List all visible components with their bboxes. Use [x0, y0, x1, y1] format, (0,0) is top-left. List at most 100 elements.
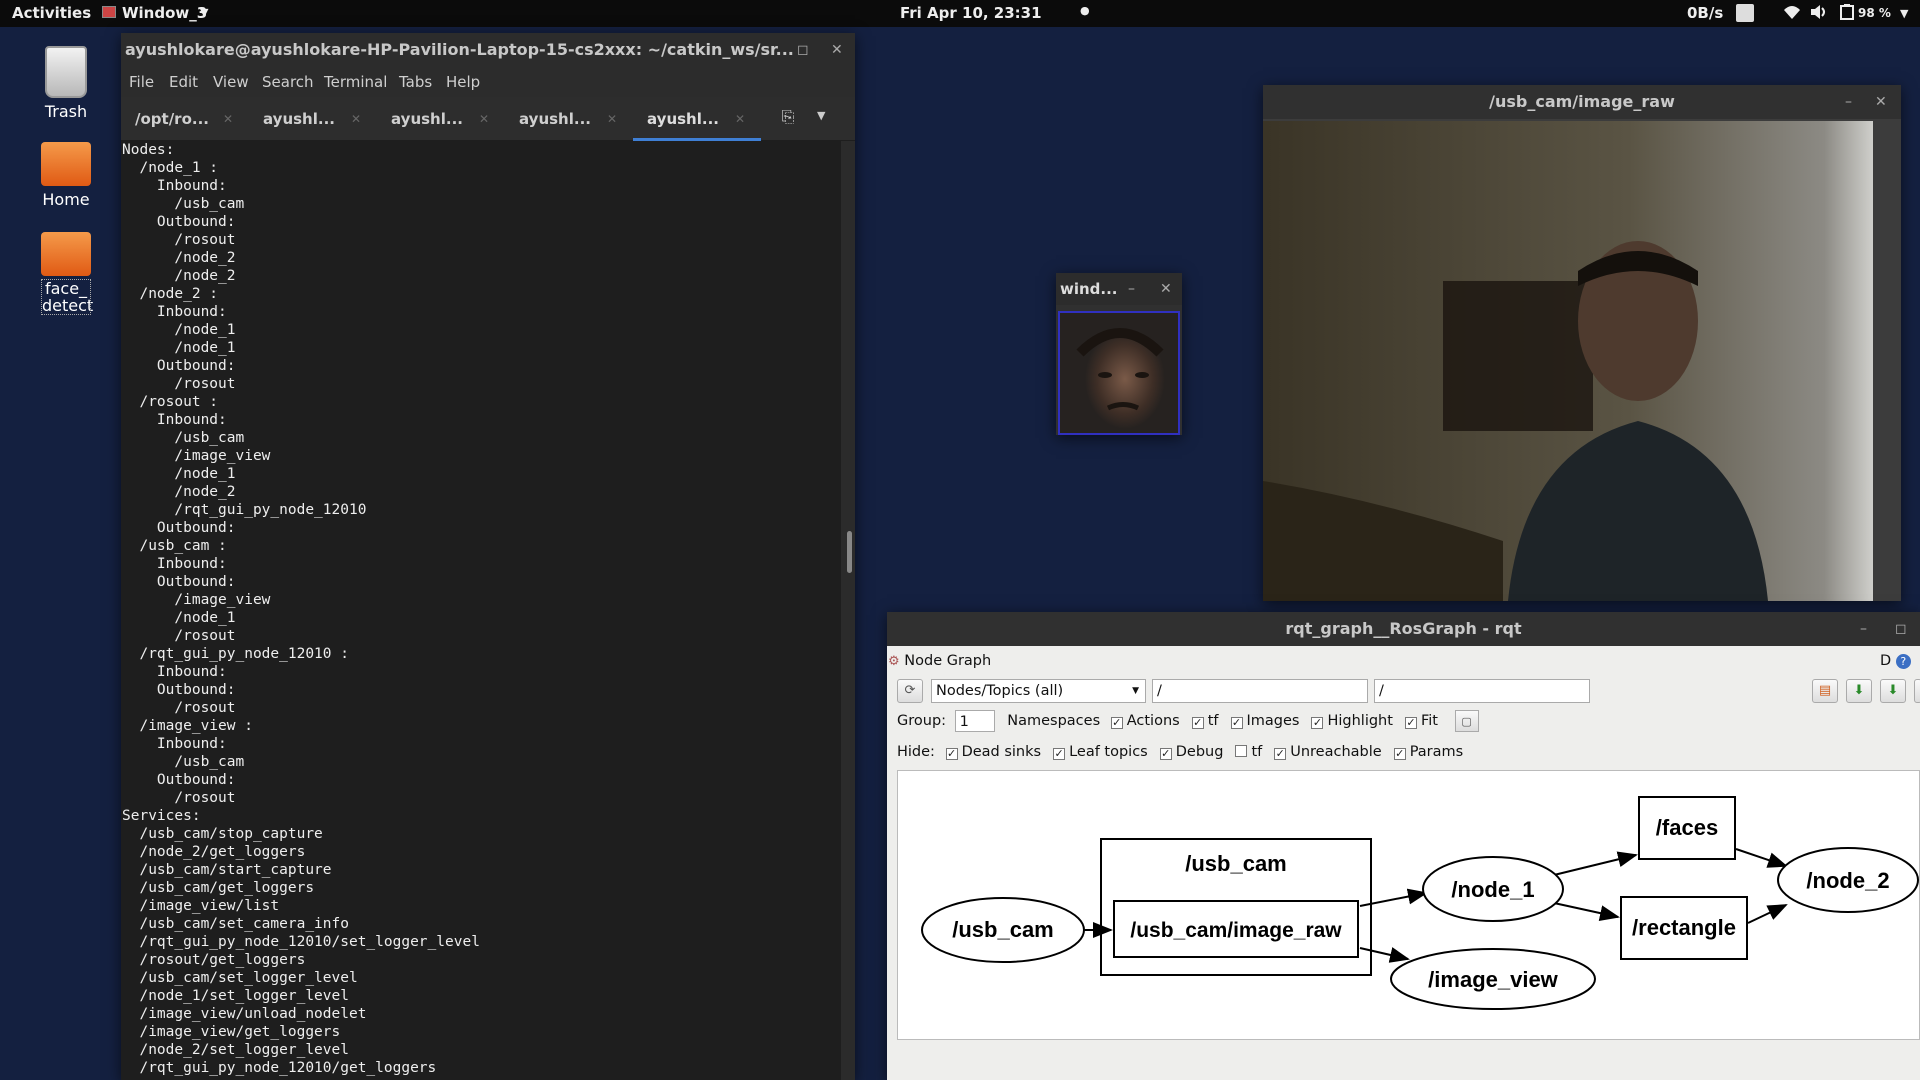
scrollbar-thumb[interactable] — [847, 531, 852, 573]
checkbox-unreachable[interactable]: ✓ Unreachable — [1274, 744, 1382, 760]
tab-close-icon[interactable]: ✕ — [735, 97, 745, 141]
terminal-scrollbar[interactable] — [845, 141, 855, 1080]
terminal-tab[interactable]: ayushl... ✕ — [377, 97, 505, 141]
checkbox-images[interactable]: ✓ Images — [1230, 713, 1299, 729]
checkbox-box[interactable]: ✓ — [1393, 748, 1406, 760]
checkbox-box[interactable]: ✓ — [1191, 717, 1204, 729]
checkbox-box[interactable]: ✓ — [1110, 717, 1123, 729]
terminal-titlebar[interactable]: ayushlokare@ayushlokare-HP-Pavilion-Lapt… — [121, 33, 855, 67]
checkbox-highlight[interactable]: ✓ Highlight — [1311, 713, 1393, 729]
battery-icon[interactable] — [1840, 4, 1854, 24]
checkbox-tf[interactable]: ✓ tf — [1191, 713, 1219, 729]
checkbox-box[interactable]: ✓ — [945, 748, 958, 760]
checkbox-actions[interactable]: ✓ Actions — [1110, 713, 1180, 729]
face-window[interactable]: wind... – ✕ — [1056, 273, 1182, 435]
desktop-icon-trash[interactable]: Trash — [16, 46, 116, 121]
checkbox-fit[interactable]: ✓ Fit — [1404, 713, 1438, 729]
desktop-icon-face-detect[interactable]: face_ detect — [16, 232, 116, 315]
group-label: Group: — [897, 713, 947, 729]
tab-label: ayushl... — [391, 110, 463, 128]
terminal-tab[interactable]: ayushl... ✕ — [249, 97, 377, 141]
namespace-group-label: /usb_cam — [1185, 851, 1287, 876]
toolbar-more[interactable] — [1914, 679, 1920, 703]
save-dot-icon[interactable]: ⬇ — [1846, 679, 1872, 703]
plugin-label: Node Graph — [904, 653, 992, 669]
tab-close-icon[interactable]: ✕ — [351, 97, 361, 141]
help-icon[interactable]: ? — [1895, 654, 1911, 669]
terminal-tab[interactable]: /opt/ro... ✕ — [121, 97, 249, 141]
tab-close-icon[interactable]: ✕ — [607, 97, 617, 141]
checkbox-tf[interactable]: tf — [1235, 744, 1262, 760]
checkbox-dead-sinks[interactable]: ✓ Dead sinks — [945, 744, 1041, 760]
tab-close-icon[interactable]: ✕ — [479, 97, 489, 141]
tabs-dropdown-icon[interactable]: ▼ — [817, 109, 825, 122]
filter-mode-select[interactable]: Nodes/Topics (all) ▼ — [931, 679, 1146, 703]
terminal-tab-active[interactable]: ayushl... ✕ — [633, 97, 761, 141]
menu-file[interactable]: File — [129, 73, 154, 91]
close-icon[interactable]: ✕ — [1875, 85, 1887, 119]
graph-edge — [1553, 851, 1638, 876]
checkbox-leaf-topics[interactable]: ✓ Leaf topics — [1053, 744, 1148, 760]
terminal-window[interactable]: ayushlokare@ayushlokare-HP-Pavilion-Lapt… — [121, 33, 855, 1080]
maximize-icon[interactable]: ◻ — [1895, 612, 1907, 646]
menu-help[interactable]: Help — [446, 73, 480, 91]
clock[interactable]: Fri Apr 10, 23:31 — [900, 4, 1042, 22]
menu-edit[interactable]: Edit — [169, 73, 198, 91]
activities-button[interactable]: Activities — [12, 4, 91, 22]
checkbox-box[interactable]: ✓ — [1230, 717, 1243, 729]
clipboard-icon[interactable] — [1736, 4, 1754, 22]
group-spinbox[interactable]: 1 — [954, 710, 995, 732]
face-window-titlebar[interactable]: wind... – ✕ — [1056, 273, 1182, 305]
namespace-filter-input[interactable]: / — [1152, 679, 1368, 703]
menu-view[interactable]: View — [213, 73, 249, 91]
new-tab-icon[interactable]: ⎘ — [771, 107, 805, 131]
camera-window[interactable]: /usb_cam/image_raw – ✕ — [1263, 85, 1901, 601]
checkbox-box[interactable]: ✓ — [1053, 748, 1066, 760]
plugin-header: ⚙ Node Graph — [888, 650, 991, 672]
minimize-icon[interactable]: – — [762, 33, 769, 67]
net-speed: 0B/s — [1687, 4, 1724, 22]
load-dot-icon[interactable]: ▤ — [1812, 679, 1838, 703]
dock-toggle[interactable]: D — [1880, 653, 1891, 669]
app-menu[interactable]: Window_3 — [122, 4, 207, 22]
highlight-options-icon[interactable]: ▢ — [1454, 710, 1479, 732]
filter-mode-value: Nodes/Topics (all) — [936, 683, 1064, 699]
camera-titlebar[interactable]: /usb_cam/image_raw – ✕ — [1263, 85, 1901, 119]
menu-terminal[interactable]: Terminal — [324, 73, 387, 91]
close-icon[interactable]: ✕ — [831, 33, 843, 67]
refresh-icon[interactable]: ⟳ — [897, 679, 923, 703]
face-crop-image — [1058, 311, 1180, 435]
checkbox-box[interactable]: ✓ — [1311, 717, 1324, 729]
terminal-menubar: File Edit View Search Terminal Tabs Help — [121, 67, 855, 97]
checkbox-label: Fit — [1420, 713, 1438, 729]
home-folder-icon — [41, 142, 91, 186]
tab-label: ayushl... — [263, 110, 335, 128]
minimize-icon[interactable]: – — [1128, 273, 1135, 305]
minimize-icon[interactable]: – — [1860, 612, 1867, 646]
topic-filter-input[interactable]: / — [1374, 679, 1590, 703]
close-icon[interactable]: ✕ — [1160, 273, 1172, 305]
volume-icon[interactable] — [1810, 4, 1828, 24]
checkbox-box[interactable]: ✓ — [1159, 748, 1172, 760]
desktop-icon-home[interactable]: Home — [16, 142, 116, 209]
checkbox-box[interactable]: ✓ — [1274, 748, 1287, 760]
menu-search[interactable]: Search — [262, 73, 314, 91]
checkbox-params[interactable]: ✓ Params — [1393, 744, 1463, 760]
save-image-icon[interactable]: ⬇ — [1880, 679, 1906, 703]
graph-canvas[interactable]: /usb_cam /usb_cam /usb_cam/image_raw /no… — [897, 770, 1920, 1040]
rqt-titlebar[interactable]: rqt_graph__RosGraph - rqt – ◻ — [887, 612, 1920, 646]
menu-tabs[interactable]: Tabs — [399, 73, 432, 91]
checkbox-box[interactable] — [1235, 745, 1248, 757]
system-menu-arrow-icon[interactable]: ▼ — [1900, 7, 1908, 20]
wifi-icon[interactable] — [1783, 4, 1801, 24]
minimize-icon[interactable]: – — [1845, 85, 1852, 119]
checkbox-debug[interactable]: ✓ Debug — [1159, 744, 1223, 760]
terminal-output[interactable]: Nodes: /node_1 : Inbound: /usb_cam Outbo… — [121, 141, 841, 1080]
maximize-icon[interactable]: ◻ — [797, 33, 809, 67]
terminal-tab[interactable]: ayushl... ✕ — [505, 97, 633, 141]
window-title: /usb_cam/image_raw — [1489, 92, 1675, 111]
ros-graph[interactable]: /usb_cam /usb_cam /usb_cam/image_raw /no… — [898, 771, 1920, 1041]
tab-close-icon[interactable]: ✕ — [223, 97, 233, 141]
app-menu-arrow-icon[interactable]: ▼ — [200, 6, 208, 19]
checkbox-box[interactable]: ✓ — [1404, 717, 1417, 729]
